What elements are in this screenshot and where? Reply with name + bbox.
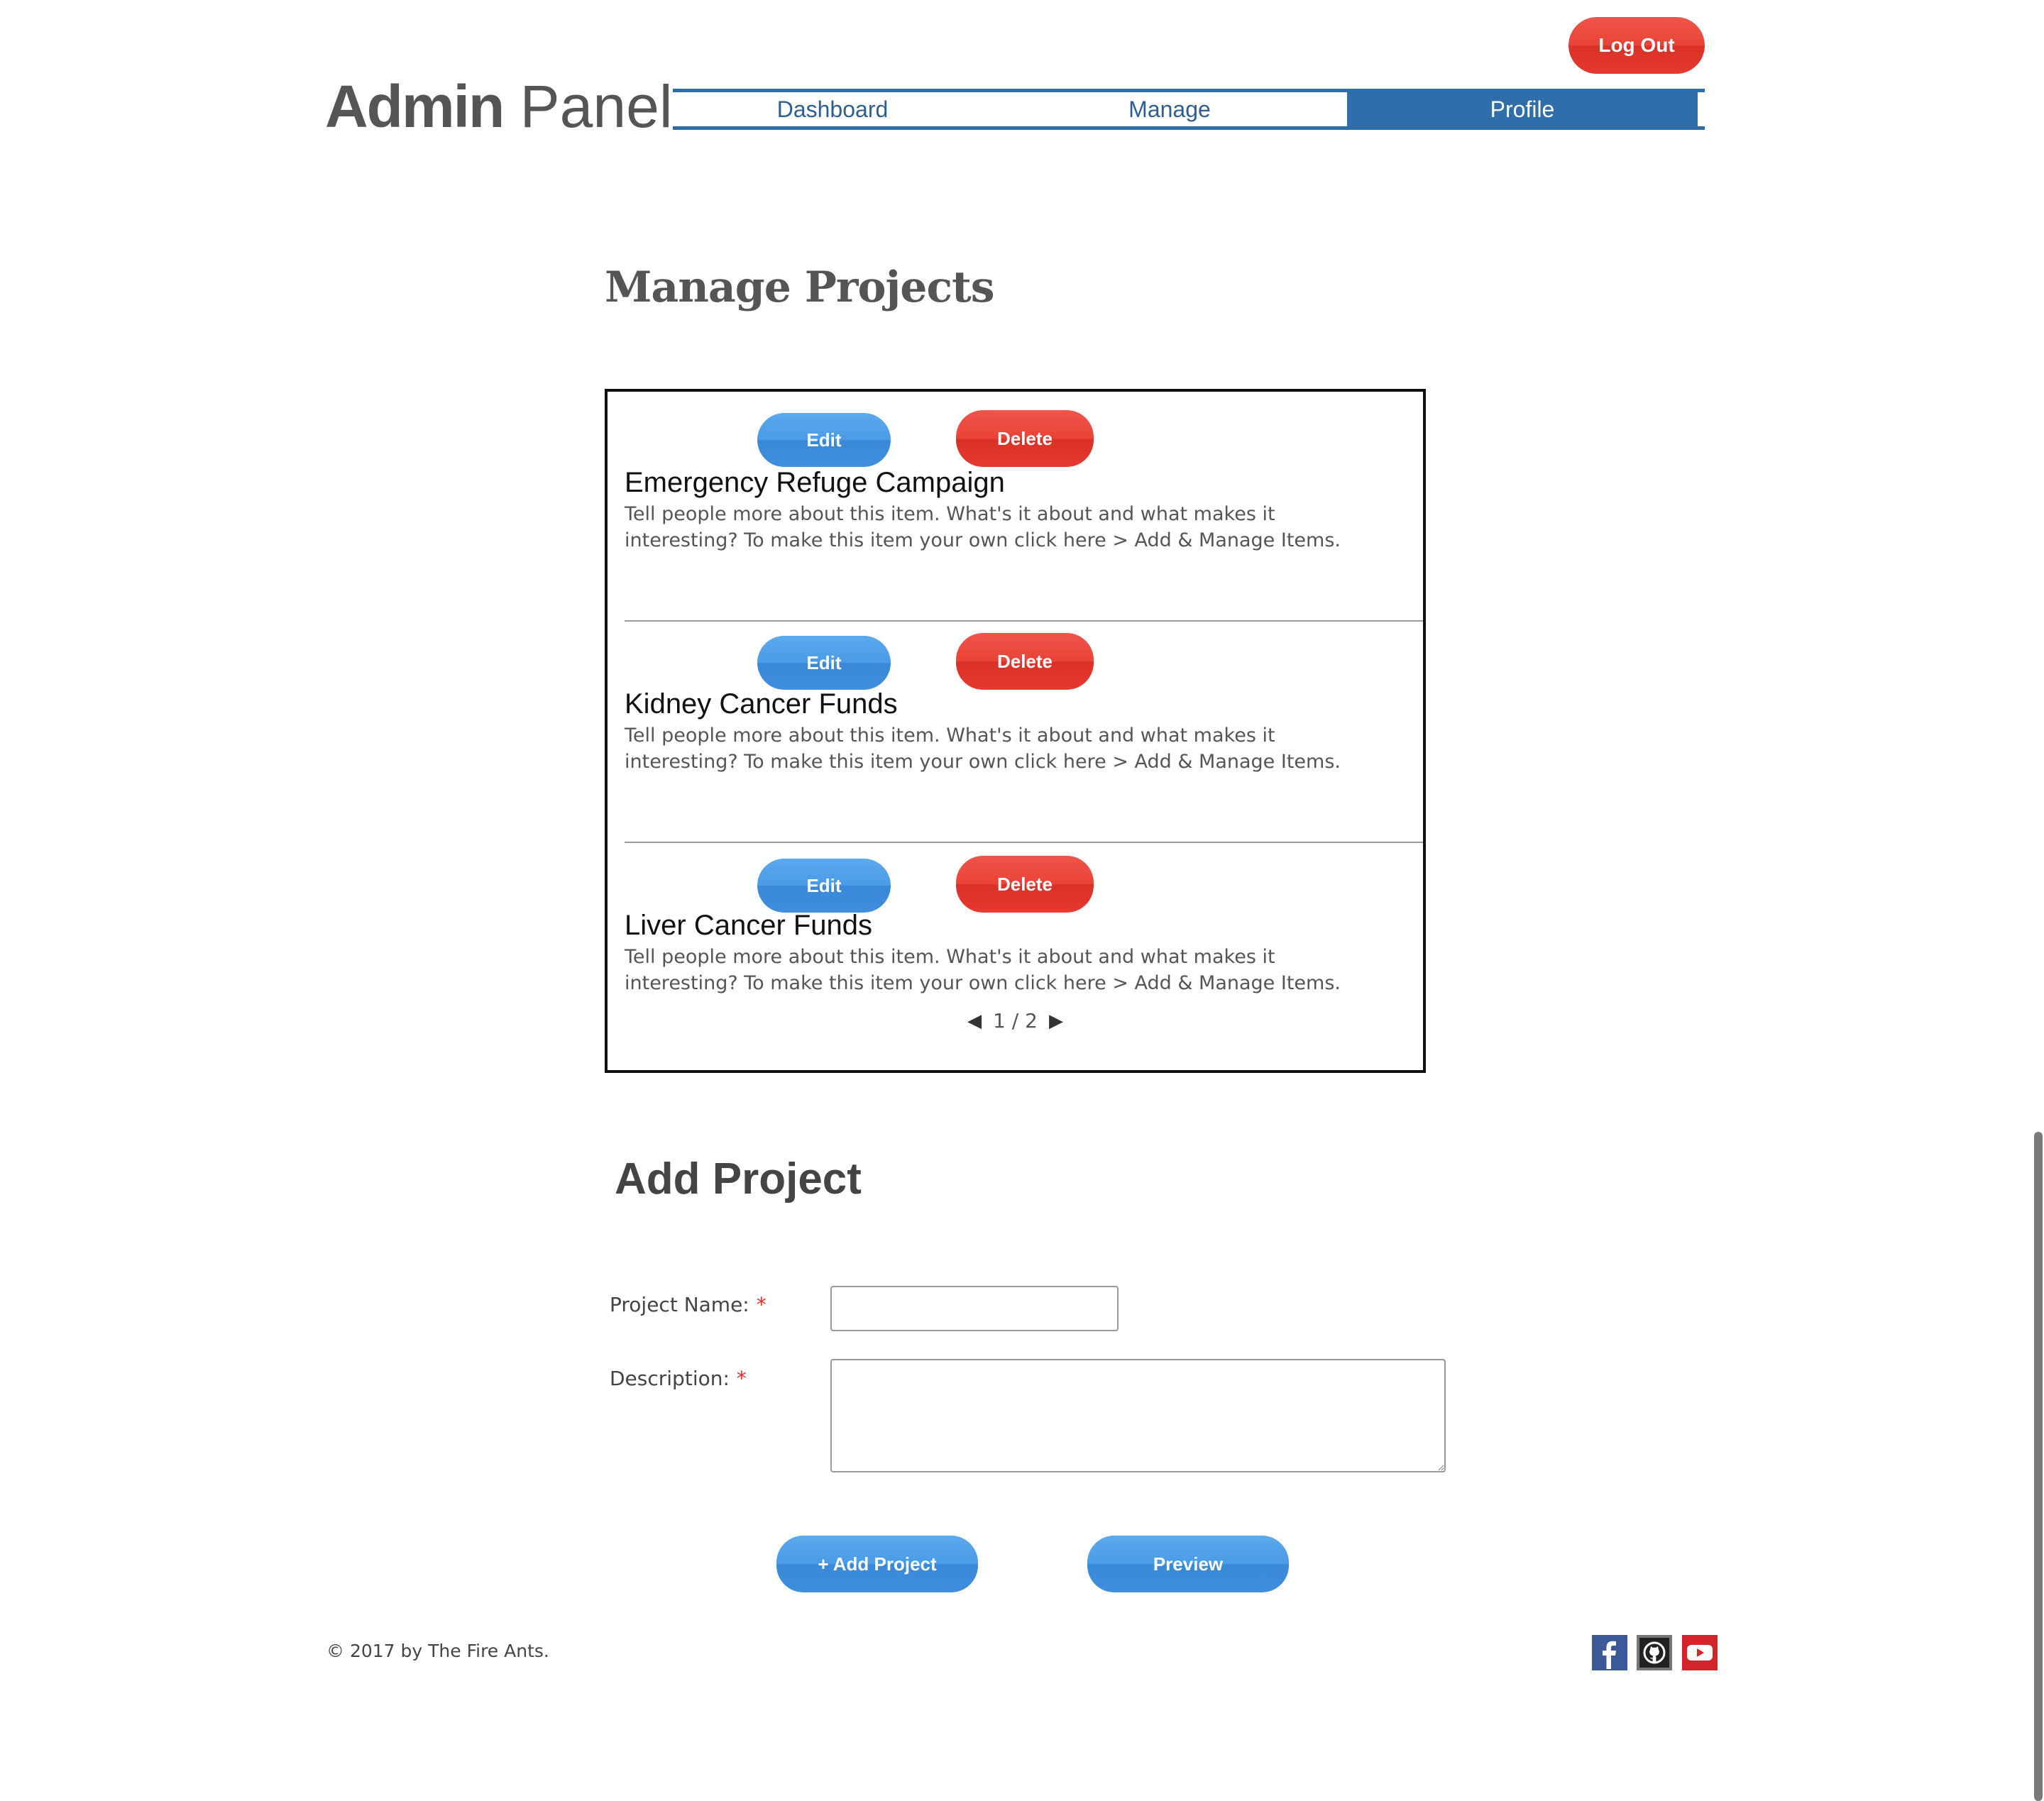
github-icon[interactable] (1637, 1635, 1672, 1670)
manage-projects-heading: Manage Projects (605, 263, 994, 312)
project-description: Tell people more about this item. What's… (625, 725, 1341, 773)
project-name-label-text: Project Name: (610, 1293, 749, 1316)
github-glyph (1643, 1641, 1666, 1664)
edit-button[interactable]: Edit (757, 636, 891, 690)
description-textarea[interactable] (830, 1359, 1446, 1472)
nav-item-profile[interactable]: Profile (1347, 92, 1698, 126)
page-scrollbar[interactable] (2034, 1132, 2043, 1801)
add-project-button[interactable]: + Add Project (776, 1536, 978, 1592)
project-description: Tell people more about this item. What's… (625, 946, 1341, 994)
description-label: Description: * (610, 1367, 747, 1390)
delete-button[interactable]: Delete (956, 410, 1094, 467)
list-item: Edit Delete Emergency Refuge Campaign Te… (625, 392, 1423, 619)
list-item: Edit Delete Kidney Cancer Funds Tell peo… (625, 615, 1423, 835)
edit-button[interactable]: Edit (757, 859, 891, 913)
youtube-glyph (1687, 1645, 1713, 1660)
next-page-icon[interactable]: ▶ (1049, 1010, 1063, 1032)
delete-button[interactable]: Delete (956, 856, 1094, 913)
project-description: Tell people more about this item. What's… (625, 503, 1341, 551)
page-indicator: 1 / 2 (993, 1009, 1038, 1032)
facebook-glyph (1603, 1641, 1616, 1669)
preview-button[interactable]: Preview (1087, 1536, 1289, 1592)
description-label-text: Description: (610, 1367, 730, 1390)
edit-button[interactable]: Edit (757, 413, 891, 467)
delete-button[interactable]: Delete (956, 633, 1094, 690)
required-marker: * (736, 1367, 747, 1390)
brand-title-bold: Admin (325, 73, 505, 140)
nav-item-manage[interactable]: Manage (992, 92, 1347, 126)
pagination: ◀ 1 / 2 ▶ (608, 1009, 1423, 1032)
project-list: Edit Delete Emergency Refuge Campaign Te… (605, 389, 1426, 1073)
nav-item-dashboard[interactable]: Dashboard (673, 92, 992, 126)
brand-title: Admin Panel (325, 71, 673, 142)
project-title: Kidney Cancer Funds (625, 688, 898, 720)
main-nav: Dashboard Manage Profile (673, 89, 1705, 130)
facebook-icon[interactable] (1592, 1635, 1627, 1670)
copyright-text: © 2017 by The Fire Ants. (326, 1641, 549, 1661)
add-project-heading: Add Project (615, 1155, 862, 1204)
logout-button[interactable]: Log Out (1568, 17, 1705, 74)
required-marker: * (756, 1293, 766, 1316)
project-title: Liver Cancer Funds (625, 910, 873, 941)
youtube-icon[interactable] (1682, 1635, 1718, 1670)
project-title: Emergency Refuge Campaign (625, 467, 1005, 498)
prev-page-icon[interactable]: ◀ (967, 1010, 982, 1032)
list-item: Edit Delete Liver Cancer Funds Tell peop… (625, 839, 1423, 1002)
brand-title-light: Panel (520, 73, 673, 140)
project-name-input[interactable] (830, 1286, 1119, 1331)
project-name-label: Project Name: * (610, 1293, 766, 1316)
